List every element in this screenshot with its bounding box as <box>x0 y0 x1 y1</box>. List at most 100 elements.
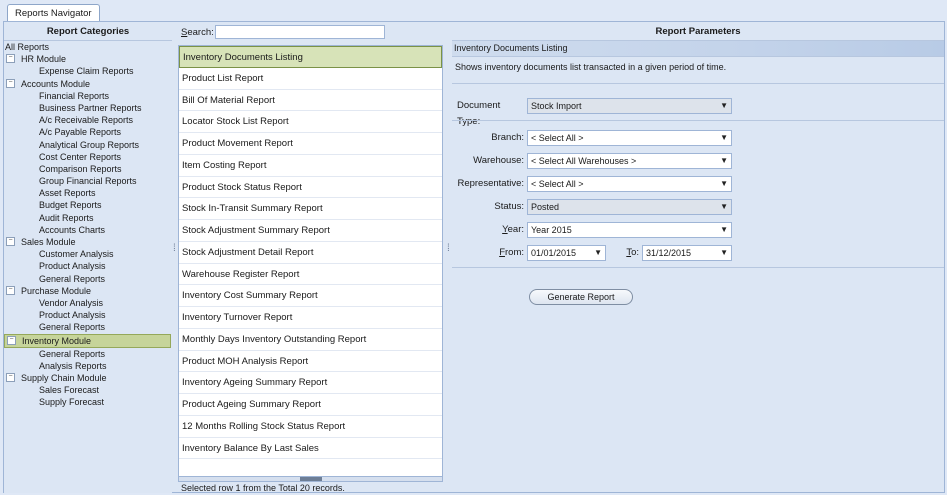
category-item[interactable]: Product Analysis <box>4 309 172 321</box>
category-item[interactable]: Analysis Reports <box>4 360 172 372</box>
category-item[interactable]: Vendor Analysis <box>4 297 172 309</box>
scroll-thumb[interactable] <box>300 477 322 481</box>
report-parameters-panel: Report Parameters Inventory Documents Li… <box>452 23 944 493</box>
collapse-icon[interactable]: − <box>6 285 15 295</box>
to-date-value: 31/12/2015 <box>646 248 692 258</box>
document-type-value: Stock Import <box>531 101 582 111</box>
report-list-item[interactable]: Stock In-Transit Summary Report <box>179 198 442 220</box>
category-item[interactable]: Analytical Group Reports <box>4 139 172 151</box>
category-module[interactable]: − Supply Chain Module <box>4 372 172 384</box>
category-label: Inventory Module <box>22 335 92 346</box>
chevron-down-icon: ▼ <box>720 225 728 234</box>
to-label: To: <box>626 247 639 258</box>
category-item[interactable]: Financial Reports <box>4 90 172 102</box>
report-list-item[interactable]: Stock Adjustment Detail Report <box>179 242 442 264</box>
left-splitter-grip[interactable]: ⁞ <box>173 244 177 254</box>
category-label: Accounts Module <box>21 78 91 89</box>
search-label: Search: <box>181 27 214 38</box>
category-label: Audit Reports <box>39 212 94 223</box>
category-item[interactable]: General Reports <box>4 321 172 333</box>
document-type-select[interactable]: Stock Import ▼ <box>527 98 732 114</box>
collapse-icon[interactable]: − <box>6 78 15 88</box>
report-list-item[interactable]: Locator Stock List Report <box>179 111 442 133</box>
report-list-item[interactable]: Inventory Balance By Last Sales <box>179 438 442 460</box>
report-list-item[interactable]: Stock Adjustment Summary Report <box>179 220 442 242</box>
search-input[interactable] <box>215 25 385 39</box>
report-list-item[interactable]: Item Costing Report <box>179 155 442 177</box>
from-date-value: 01/01/2015 <box>531 248 577 258</box>
report-list-item[interactable]: 12 Months Rolling Stock Status Report <box>179 416 442 438</box>
generate-report-button[interactable]: Generate Report <box>529 289 633 305</box>
list-scrollbar[interactable] <box>178 476 443 482</box>
category-label: Accounts Charts <box>39 224 106 235</box>
category-module[interactable]: − HR Module <box>4 53 172 65</box>
from-label: From: <box>499 247 524 258</box>
warehouse-select[interactable]: < Select All Warehouses > ▼ <box>527 153 732 169</box>
category-item[interactable]: General Reports <box>4 273 172 285</box>
collapse-icon[interactable]: − <box>6 237 15 247</box>
category-item[interactable]: Accounts Charts <box>4 224 172 236</box>
tab-strip: Reports Navigator <box>0 0 947 22</box>
report-list-item[interactable]: Monthly Days Inventory Outstanding Repor… <box>179 329 442 351</box>
collapse-icon[interactable]: − <box>6 373 15 383</box>
chevron-down-icon: ▼ <box>720 156 728 165</box>
representative-select[interactable]: < Select All > ▼ <box>527 176 732 192</box>
category-item[interactable]: A/c Payable Reports <box>4 126 172 138</box>
category-label: Sales Module <box>21 237 76 247</box>
category-module[interactable]: − Accounts Module <box>4 78 172 90</box>
category-item[interactable]: Cost Center Reports <box>4 151 172 163</box>
report-list-panel: Search: Inventory Documents Listing Produ… <box>178 23 445 493</box>
category-item[interactable]: Comparison Reports <box>4 163 172 175</box>
report-list-item[interactable]: Product Ageing Summary Report <box>179 394 442 416</box>
category-item[interactable]: Asset Reports <box>4 187 172 199</box>
chevron-down-icon: ▼ <box>594 248 602 257</box>
category-item[interactable]: Supply Forecast <box>4 396 172 408</box>
chevron-down-icon: ▼ <box>720 133 728 142</box>
category-item[interactable]: Group Financial Reports <box>4 175 172 187</box>
report-parameters-title: Report Parameters <box>452 23 944 41</box>
from-date-picker[interactable]: 01/01/2015 ▼ <box>527 245 606 261</box>
category-module[interactable]: − Sales Module <box>4 236 172 248</box>
category-label: Expense Claim Reports <box>39 66 134 77</box>
report-list-item[interactable]: Inventory Documents Listing <box>179 46 442 68</box>
report-list-item[interactable]: Product Stock Status Report <box>179 177 442 199</box>
category-label: Purchase Module <box>21 285 92 296</box>
year-select[interactable]: Year 2015 ▼ <box>527 222 732 238</box>
report-categories-header: Report Categories <box>4 23 172 41</box>
document-type-label: Document Type: <box>457 100 501 127</box>
chevron-down-icon: ▼ <box>720 248 728 257</box>
report-list-item[interactable]: Product MOH Analysis Report <box>179 351 442 373</box>
category-item[interactable]: Customer Analysis <box>4 248 172 260</box>
category-module[interactable]: − Purchase Module <box>4 285 172 297</box>
report-list-item[interactable]: Warehouse Register Report <box>179 264 442 286</box>
category-all-reports[interactable]: All Reports <box>4 41 172 53</box>
category-label: Product Analysis <box>39 261 106 272</box>
report-list-item[interactable]: Inventory Cost Summary Report <box>179 285 442 307</box>
tab-reports-navigator[interactable]: Reports Navigator <box>7 4 100 21</box>
branch-value: < Select All > <box>531 133 584 143</box>
category-item[interactable]: Product Analysis <box>4 260 172 272</box>
report-list-item[interactable]: Inventory Turnover Report <box>179 307 442 329</box>
report-list-item[interactable]: Inventory Ageing Summary Report <box>179 372 442 394</box>
category-item[interactable]: Expense Claim Reports <box>4 65 172 77</box>
category-item[interactable]: Audit Reports <box>4 212 172 224</box>
category-item[interactable]: A/c Receivable Reports <box>4 114 172 126</box>
category-module[interactable]: − Inventory Module <box>4 333 171 348</box>
category-item[interactable]: Business Partner Reports <box>4 102 172 114</box>
report-list-item[interactable]: Product Movement Report <box>179 133 442 155</box>
collapse-icon[interactable]: − <box>7 335 16 345</box>
status-select[interactable]: Posted ▼ <box>527 199 732 215</box>
collapse-icon[interactable]: − <box>6 54 15 64</box>
category-label: Comparison Reports <box>39 163 122 174</box>
branch-select[interactable]: < Select All > ▼ <box>527 130 732 146</box>
category-item[interactable]: Budget Reports <box>4 199 172 211</box>
branch-label: Branch: <box>491 132 524 143</box>
to-date-picker[interactable]: 31/12/2015 ▼ <box>642 245 732 261</box>
category-item[interactable]: Sales Forecast <box>4 384 172 396</box>
category-item[interactable]: General Reports <box>4 348 172 360</box>
category-label: Sales Forecast <box>39 385 100 396</box>
report-list-item[interactable]: Bill Of Material Report <box>179 90 442 112</box>
right-splitter-grip[interactable]: ⁞ <box>447 244 451 254</box>
report-list-item[interactable]: Product List Report <box>179 68 442 90</box>
report-list[interactable]: Inventory Documents Listing Product List … <box>178 45 443 480</box>
